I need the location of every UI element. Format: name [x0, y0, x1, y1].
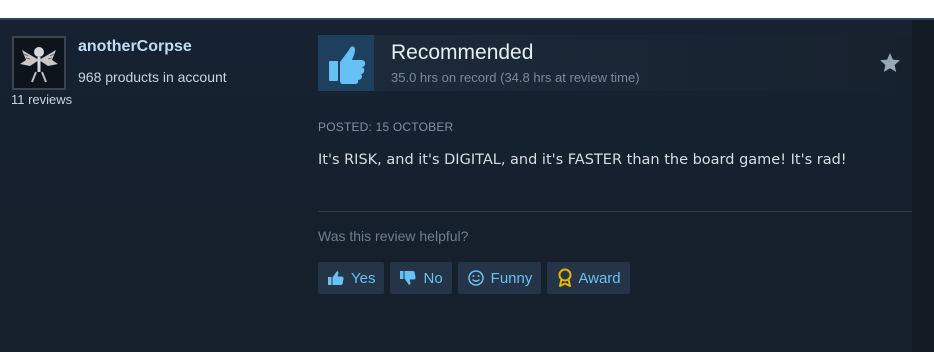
star-icon: [878, 51, 902, 75]
username[interactable]: anotherCorpse: [78, 38, 192, 56]
review-card: anotherCorpse 968 products in account 11…: [0, 18, 934, 352]
thumb-box: [318, 35, 374, 91]
award-label: Award: [578, 269, 621, 287]
no-button[interactable]: No: [390, 262, 452, 294]
yes-button[interactable]: Yes: [318, 262, 385, 294]
funny-label: Funny: [490, 269, 533, 287]
award-button[interactable]: Award: [547, 262, 630, 294]
products-count[interactable]: 968 products in account: [78, 69, 227, 85]
avatar[interactable]: [12, 36, 66, 90]
skeletal-bird-avatar-icon: [14, 38, 64, 88]
thumbs-up-icon: [328, 271, 344, 285]
thumbs-up-icon: [318, 35, 374, 91]
review-body: It's RISK, and it's DIGITAL, and it's FA…: [318, 152, 847, 168]
award-icon: [558, 268, 572, 287]
helpful-question: Was this review helpful?: [318, 228, 469, 244]
reviews-count[interactable]: 11 reviews: [11, 92, 72, 107]
yes-label: Yes: [351, 269, 376, 287]
funny-button[interactable]: Funny: [457, 262, 542, 294]
right-gutter: [912, 20, 934, 352]
no-label: No: [423, 269, 443, 287]
smiley-icon: [467, 270, 484, 286]
hours-on-record: 35.0 hrs on record (34.8 hrs at review t…: [391, 70, 640, 85]
thumbs-down-icon: [400, 271, 417, 285]
verdict-title[interactable]: Recommended: [391, 41, 533, 65]
posted-date: POSTED: 15 OCTOBER: [318, 120, 454, 134]
vote-header[interactable]: Recommended 35.0 hrs on record (34.8 hrs…: [318, 35, 912, 91]
divider: [318, 211, 912, 212]
helpful-buttons: Yes No Funny Award: [318, 262, 630, 294]
